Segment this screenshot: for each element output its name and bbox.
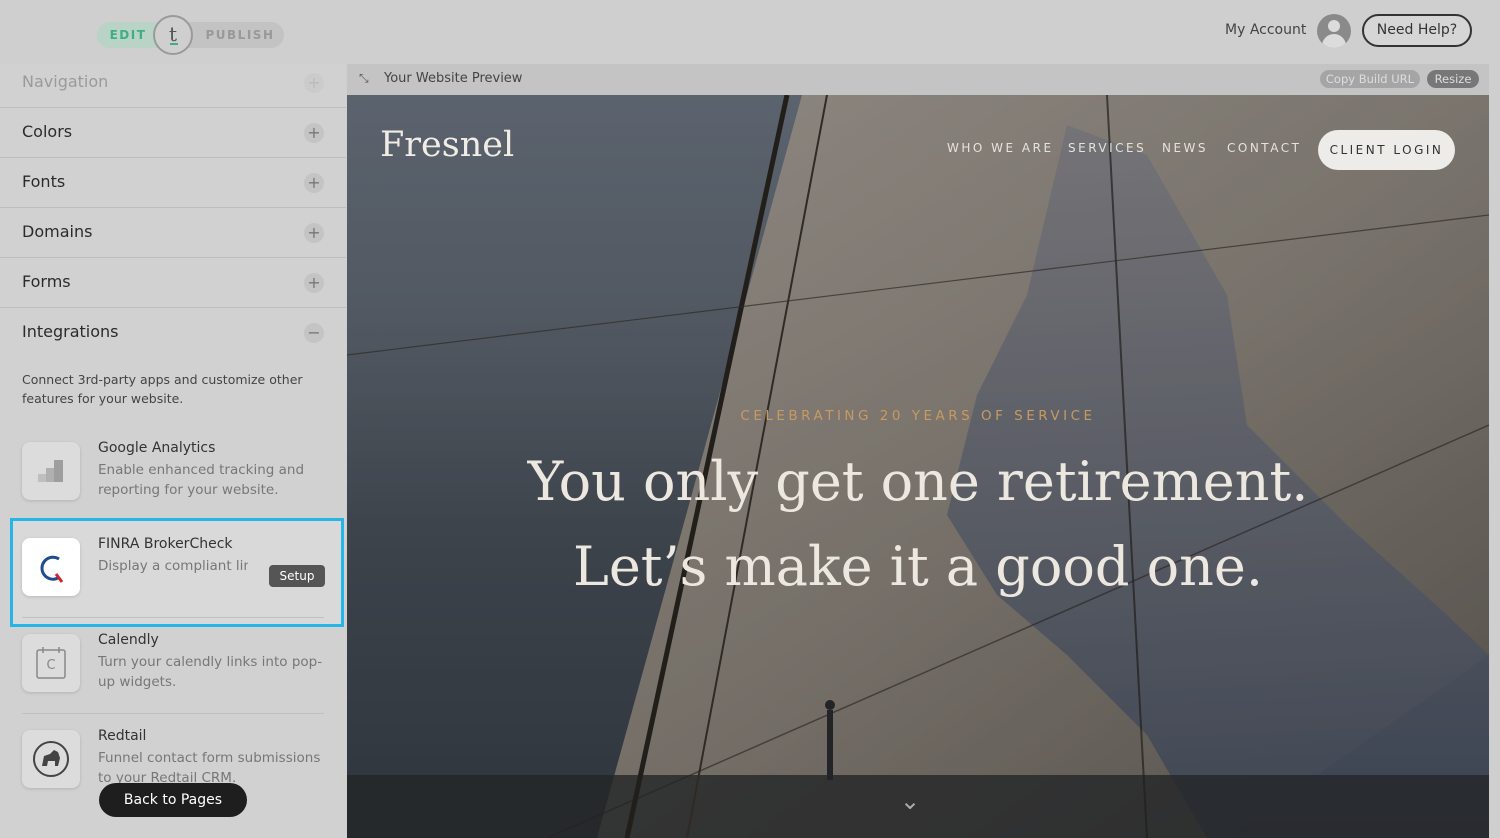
section-fonts[interactable]: Fonts + [0, 158, 346, 208]
section-integrations[interactable]: Integrations − [0, 308, 346, 358]
integration-calendly[interactable]: C Calendly Turn your calendly links into… [22, 620, 324, 714]
avatar-head [1328, 20, 1340, 32]
setup-button[interactable]: Setup [269, 565, 325, 587]
client-login-button[interactable]: CLIENT LOGIN [1318, 130, 1455, 170]
integration-description: Display a compliant link BrokerCheck pag… [98, 558, 248, 574]
section-label: Integrations [22, 322, 119, 341]
top-bar: EDIT PUBLISH t My Account Need Help? [0, 0, 1500, 64]
redtail-dog-icon [22, 730, 80, 788]
calendar-icon: C [22, 634, 80, 692]
section-forms[interactable]: Forms + [0, 258, 346, 308]
section-domains[interactable]: Domains + [0, 208, 346, 258]
user-avatar-icon[interactable] [1317, 14, 1351, 48]
finra-logo-icon [22, 538, 80, 596]
integration-google-analytics[interactable]: Google Analytics Enable enhanced trackin… [22, 428, 324, 522]
app-logo-icon: t [153, 15, 193, 55]
integration-name: Redtail [98, 728, 147, 744]
plus-icon[interactable]: + [304, 223, 324, 243]
preview-title: Your Website Preview [384, 71, 523, 86]
nav-news[interactable]: NEWS [1162, 141, 1208, 155]
expand-icon[interactable]: ⤡ [359, 71, 369, 86]
integration-description: Enable enhanced tracking and reporting f… [98, 462, 305, 498]
calendar-icon-letter: C [46, 658, 55, 673]
integration-description: Turn your calendly links into pop-up wid… [98, 654, 323, 690]
hero-eyebrow: CELEBRATING 20 YEARS OF SERVICE [740, 408, 1096, 424]
section-label: Navigation [22, 72, 109, 91]
section-label: Domains [22, 222, 93, 241]
plus-icon[interactable]: + [304, 273, 324, 293]
publish-mode-button[interactable]: PUBLISH [199, 22, 281, 48]
my-account-link[interactable]: My Account [1225, 22, 1306, 38]
edit-publish-toggle[interactable]: EDIT PUBLISH t [97, 15, 284, 55]
chevron-down-icon[interactable]: ⌄ [900, 787, 920, 815]
app-logo-accent [170, 43, 178, 45]
back-to-pages-button[interactable]: Back to Pages [99, 783, 247, 817]
bar-chart-icon [22, 442, 80, 500]
minus-icon[interactable]: − [304, 323, 324, 343]
section-label: Forms [22, 272, 71, 291]
plus-icon[interactable]: + [304, 173, 324, 193]
plus-icon[interactable]: + [304, 123, 324, 143]
need-help-button[interactable]: Need Help? [1362, 14, 1472, 47]
section-navigation[interactable]: Navigation + [0, 64, 346, 108]
plus-icon[interactable]: + [304, 73, 324, 93]
copy-build-url-button[interactable]: Copy Build URL [1320, 70, 1420, 88]
avatar-body [1322, 34, 1346, 48]
section-colors[interactable]: Colors + [0, 108, 346, 158]
section-label: Fonts [22, 172, 66, 191]
integration-name: FINRA BrokerCheck [98, 536, 233, 552]
hero-headline-line1: You only get one retirement. [527, 450, 1309, 513]
integration-description: Funnel contact form submissions to your … [98, 750, 321, 786]
integration-name: Calendly [98, 632, 159, 648]
nav-contact[interactable]: CONTACT [1227, 141, 1301, 155]
resize-button[interactable]: Resize [1427, 70, 1479, 88]
sidebar: Navigation + Colors + Fonts + Domains + … [0, 64, 346, 838]
section-label: Colors [22, 122, 73, 141]
hero-headline-line2: Let’s make it a good one. [572, 535, 1264, 598]
website-preview[interactable]: Fresnel WHO WE ARE SERVICES NEWS CONTACT… [347, 95, 1489, 838]
integration-finra-brokercheck[interactable]: FINRA BrokerCheck Display a compliant li… [22, 524, 325, 618]
nav-services[interactable]: SERVICES [1068, 141, 1146, 155]
integration-name: Google Analytics [98, 440, 216, 456]
nav-who-we-are[interactable]: WHO WE ARE [947, 141, 1054, 155]
integrations-description: Connect 3rd-party apps and customize oth… [22, 372, 303, 406]
site-brand-logo[interactable]: Fresnel [380, 125, 514, 165]
preview-toolbar: ⤡ Your Website Preview Copy Build URL Re… [347, 64, 1489, 95]
